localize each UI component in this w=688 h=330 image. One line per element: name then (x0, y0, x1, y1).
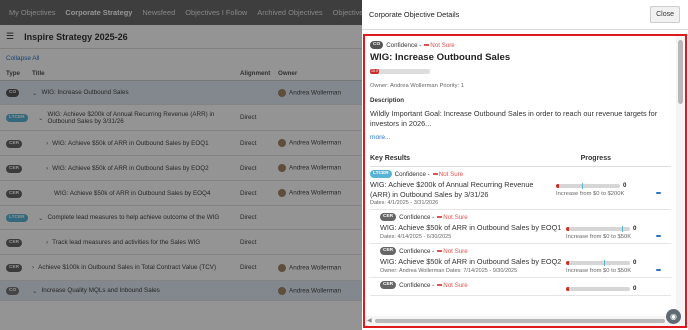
confidence-label: Confidence - (399, 247, 435, 255)
more-options-icon[interactable] (656, 269, 661, 271)
confidence-status: Not Sure (437, 213, 468, 221)
progress-bar (566, 286, 630, 291)
progress-label: Progress (580, 155, 611, 162)
more-options-icon[interactable] (656, 192, 661, 194)
key-result-dates: Dates: 4/14/2025 - 6/30/2025 (380, 233, 452, 240)
key-result-item[interactable]: CER Confidence - Not Sure WIG: Achieve $… (370, 210, 671, 244)
confidence-label: Confidence - (394, 170, 430, 178)
progress-bar (556, 182, 620, 189)
key-result-title[interactable]: WIG: Achieve $200k of Annual Recurring R… (370, 180, 552, 199)
key-result-progress: 0 (556, 182, 642, 189)
confidence-label: Confidence - (399, 281, 435, 289)
details-scroll-area[interactable]: CO Confidence - Not Sure WIG: Increase O… (363, 34, 687, 328)
vertical-scrollbar[interactable] (676, 36, 685, 316)
modal-backdrop[interactable] (0, 0, 362, 330)
progress-fill (556, 183, 559, 188)
confidence-status: Not Sure (437, 247, 468, 255)
progress-value: 0 (633, 225, 637, 232)
progress-range: Increase from $0 to $50K (566, 268, 632, 274)
more-options-icon[interactable] (656, 235, 661, 237)
progress-fill (566, 286, 569, 291)
horizontal-scrollbar[interactable]: ◀ (365, 316, 685, 326)
key-result-item[interactable]: LTCER Confidence - Not Sure WIG: Achieve… (370, 167, 671, 210)
progress-range: Increase from $0 to $50K (566, 234, 632, 240)
progress-value: 0 (633, 259, 637, 266)
close-button[interactable]: Close (650, 6, 680, 23)
key-result-progress: 0 (566, 225, 652, 232)
key-result-item[interactable]: CER Confidence - Not Sure 0 (370, 278, 671, 296)
key-result-item[interactable]: CER Confidence - Not Sure WIG: Achieve $… (370, 244, 671, 278)
progress-fill (566, 260, 569, 265)
progress-bar (566, 225, 630, 232)
key-result-dates: Dates: 4/1/2025 - 3/31/2026 (370, 200, 439, 206)
progress-value: 0 (623, 182, 627, 189)
key-result-title[interactable]: WIG: Achieve $50k of ARR in Outbound Sal… (380, 257, 562, 267)
type-badge: CER (380, 213, 397, 221)
type-badge: LTCER (370, 170, 392, 178)
confidence-line: CO Confidence - Not Sure (370, 41, 671, 49)
type-badge: CO (370, 41, 384, 49)
not-sure-icon (437, 283, 443, 286)
progress-bar (566, 259, 630, 266)
progress-value: 0 (633, 285, 637, 292)
progress-fill (566, 226, 569, 231)
confidence-status: Not Sure (424, 41, 455, 49)
owner-priority: Owner: Andrea Wollerman Priority: 1 (370, 83, 464, 89)
type-badge: CER (380, 247, 397, 255)
target-marker (604, 259, 605, 266)
objective-progress-fill: 15.0 (370, 69, 379, 74)
confidence-status-text: Not Sure (443, 213, 468, 221)
more-link[interactable]: more... (370, 134, 671, 141)
scroll-left-icon[interactable]: ◀ (367, 317, 372, 324)
target-marker (582, 182, 583, 189)
type-badge: CER (380, 281, 397, 289)
confidence-status-text: Not Sure (443, 281, 468, 289)
objective-title: WIG: Increase Outbound Sales (370, 52, 511, 63)
progress-range: Increase from $0 to $200K (556, 191, 625, 197)
not-sure-icon (432, 172, 438, 175)
panel-header: Corporate Objective Details Close (362, 0, 688, 30)
not-sure-icon (437, 215, 443, 218)
confidence-status-text: Not Sure (443, 247, 468, 255)
confidence-label: Confidence - (399, 213, 435, 221)
confidence-status: Not Sure (432, 170, 464, 178)
target-marker (622, 225, 623, 232)
confidence-status-text: Not Sure (438, 170, 464, 178)
description-label: Description (370, 97, 405, 104)
scrollbar-thumb[interactable] (375, 319, 665, 323)
confidence-status-text: Not Sure (430, 41, 455, 49)
key-result-progress: 0 (566, 285, 652, 292)
objective-details-panel: Corporate Objective Details Close CO Con… (362, 0, 688, 330)
not-sure-icon (437, 249, 443, 252)
confidence-status: Not Sure (437, 281, 468, 289)
confidence-label: Confidence - (386, 41, 422, 49)
key-results-header: Key Results Progress (370, 155, 671, 167)
key-results-label: Key Results (370, 155, 411, 162)
chat-icon[interactable]: ◉ (666, 309, 681, 324)
key-result-progress: 0 (566, 259, 652, 266)
key-result-dates: Owner: Andrea Wollerman Dates: 7/14/2025… (380, 267, 518, 274)
scrollbar-thumb[interactable] (678, 40, 683, 104)
panel-title: Corporate Objective Details (369, 10, 460, 19)
not-sure-icon (424, 43, 430, 46)
description-text: Wildly Important Goal: Increase Outbound… (370, 109, 658, 128)
details-content: CO Confidence - Not Sure WIG: Increase O… (365, 36, 676, 314)
key-result-title[interactable]: WIG: Achieve $50k of ARR in Outbound Sal… (380, 223, 562, 233)
objective-progress-bar: 15.0 (370, 69, 430, 74)
